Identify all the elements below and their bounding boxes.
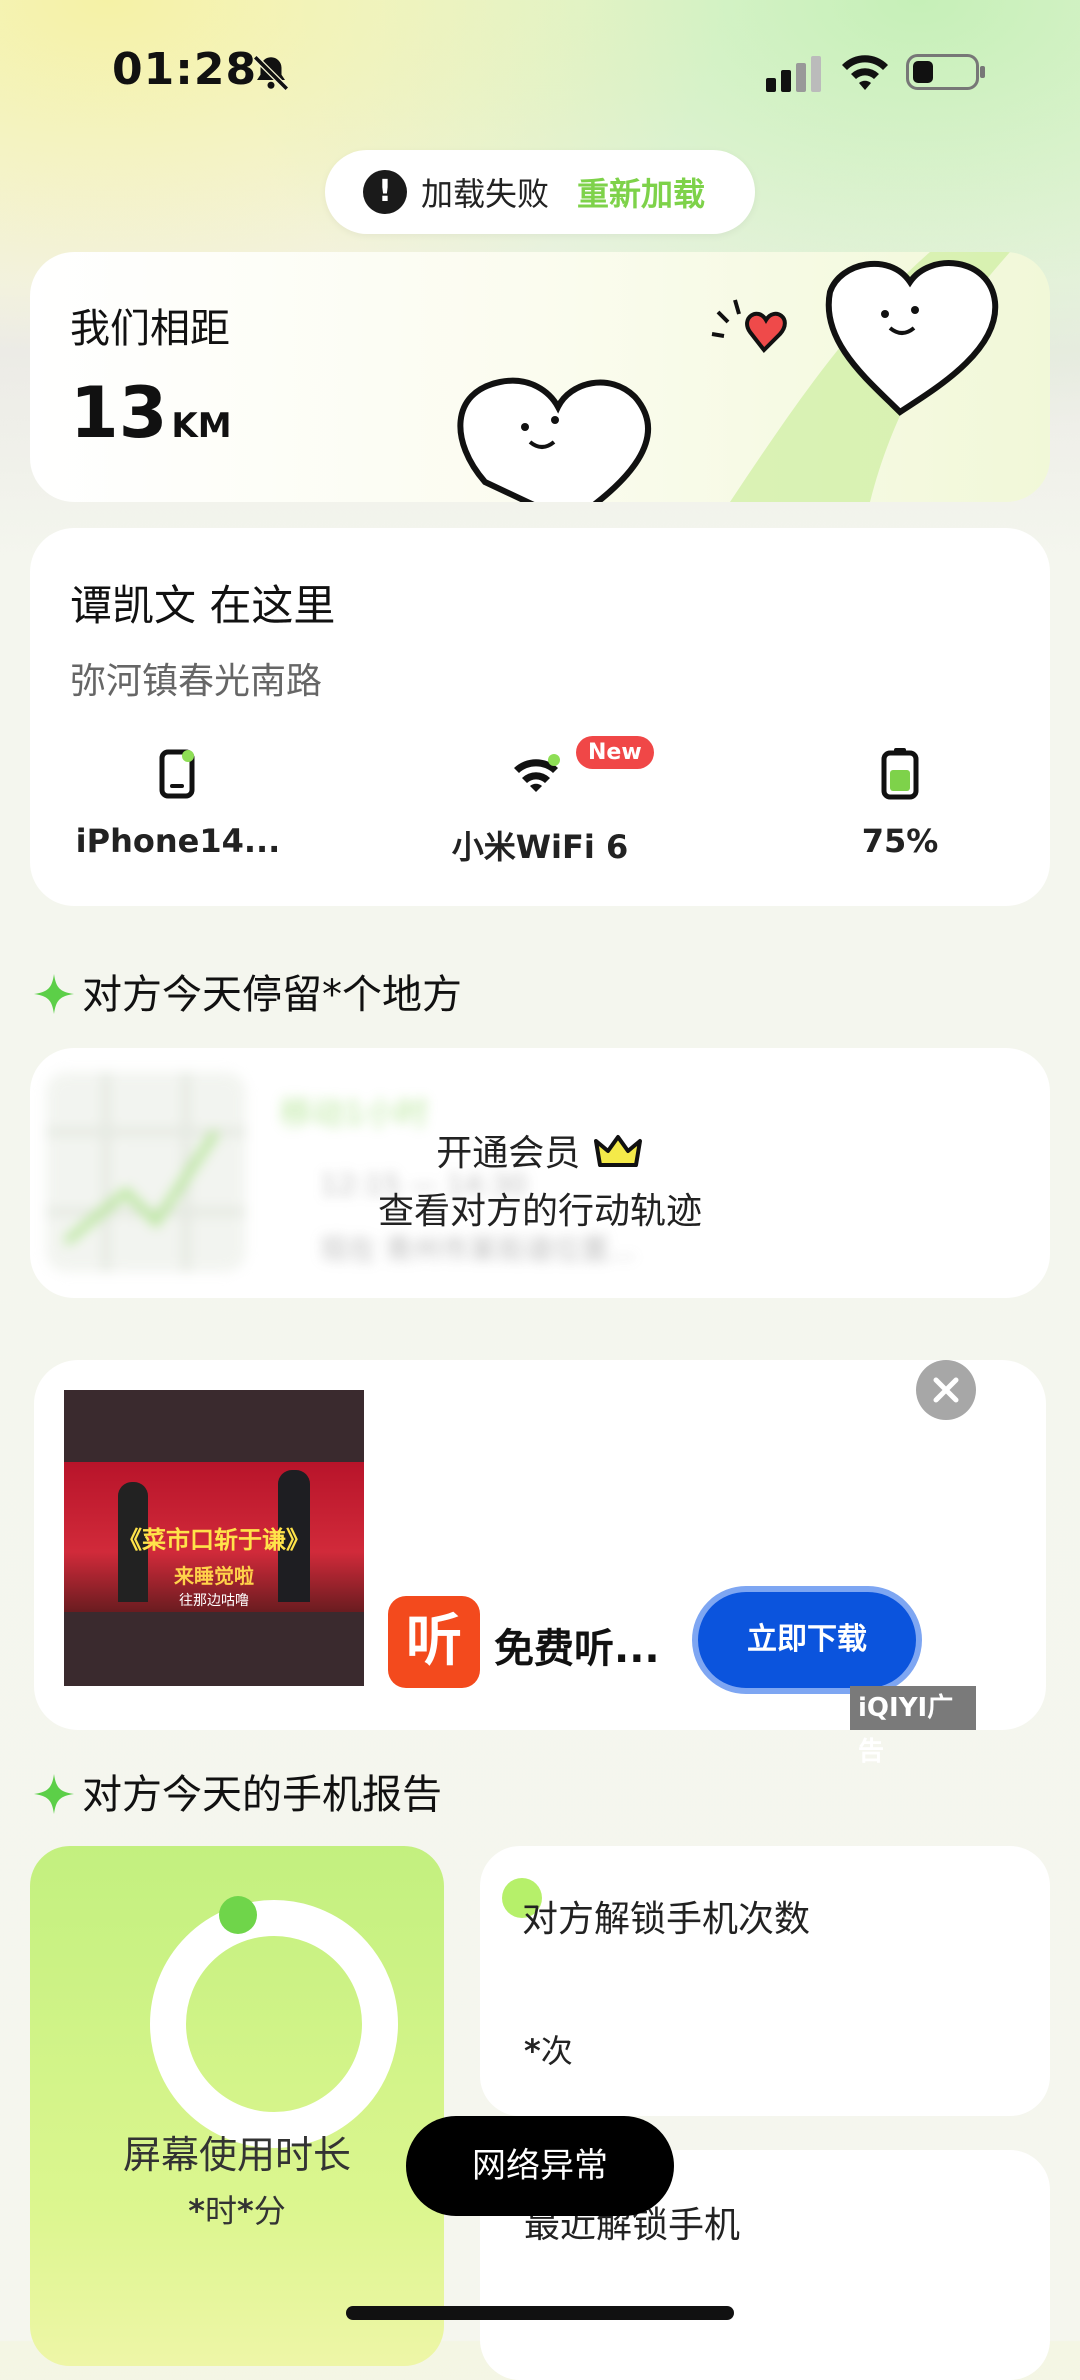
home-indicator[interactable] (346, 2306, 734, 2320)
report-section-title: 对方今天的手机报告 (82, 1772, 442, 1818)
ad-thumb-title: 《菜市口斩于谦》 (118, 1526, 310, 1554)
location-address: 弥河镇春光南路 (70, 661, 323, 702)
distance-unit: KM (171, 406, 232, 446)
battery-level-icon (881, 748, 919, 800)
report-section-heading: 对方今天的手机报告 (34, 1762, 442, 1820)
download-button[interactable]: 立即下载 (692, 1586, 922, 1694)
phone-icon (159, 749, 195, 799)
screen-time-value: *时*分 (188, 2192, 286, 2230)
ad-thumb-caption: 往那边咕噜 (179, 1593, 249, 1609)
battery-icon (906, 54, 985, 90)
wifi-name: 小米WiFi 6 (451, 828, 629, 866)
wifi-icon (842, 55, 888, 90)
stay-section-title: 对方今天停留*个地方 (82, 972, 462, 1018)
crown-icon (593, 1135, 642, 1167)
network-error-toast: 网络异常 (406, 2116, 674, 2216)
wifi-network-icon (514, 754, 560, 792)
blurred-row-2: 现在 青州市某街道位置... (320, 1233, 636, 1266)
unlock-count-value: *次 (524, 2032, 573, 2070)
distance-title: 我们相距 (70, 306, 230, 352)
sparkle-icon (34, 974, 74, 1014)
alert-icon: ! (363, 170, 407, 214)
ad-thumbnail[interactable]: 《菜市口斩于谦》 来睡觉啦 往那边咕噜 (64, 1390, 364, 1686)
new-badge: New (576, 736, 654, 769)
status-time: 01:28 (112, 44, 258, 95)
membership-subtitle: 查看对方的行动轨迹 (377, 1191, 702, 1232)
unlock-count-card[interactable] (480, 1846, 1050, 2116)
stay-section-heading: 对方今天停留*个地方 (34, 962, 462, 1020)
close-icon (933, 1377, 959, 1403)
ad-close-button[interactable] (916, 1360, 976, 1420)
device-info: iPhone14... (58, 748, 298, 860)
battery-info: 75% (780, 748, 1020, 860)
cellular-signal-icon (766, 56, 821, 92)
load-failed-banner: ! 加载失败 重新加载 (325, 150, 755, 234)
bell-muted-icon (253, 55, 289, 91)
ad-app-logo: 听 (388, 1596, 480, 1688)
membership-title: 开通会员 (436, 1133, 581, 1174)
ring-progress-dot (219, 1896, 257, 1934)
ad-thumb-subtitle: 来睡觉啦 (174, 1564, 254, 1588)
ad-text: 免费听... (494, 1626, 660, 1672)
screen-time-ring (150, 1900, 398, 2148)
load-failed-text: 加载失败 (421, 175, 550, 213)
person-location-title: 谭凯文 在这里 (70, 581, 336, 630)
ad-source-mark: iQIYI广告 (850, 1686, 976, 1767)
distance-value: 13 KM (70, 372, 232, 454)
screen-time-label: 屏幕使用时长 (122, 2133, 351, 2177)
membership-cta[interactable]: 开通会员 (0, 1124, 1080, 1176)
battery-level: 75% (861, 822, 939, 860)
unlock-count-title: 对方解锁手机次数 (522, 1899, 811, 1940)
reload-button[interactable]: 重新加载 (577, 169, 705, 215)
sparkle-icon (34, 1774, 74, 1814)
device-name: iPhone14... (75, 822, 281, 860)
